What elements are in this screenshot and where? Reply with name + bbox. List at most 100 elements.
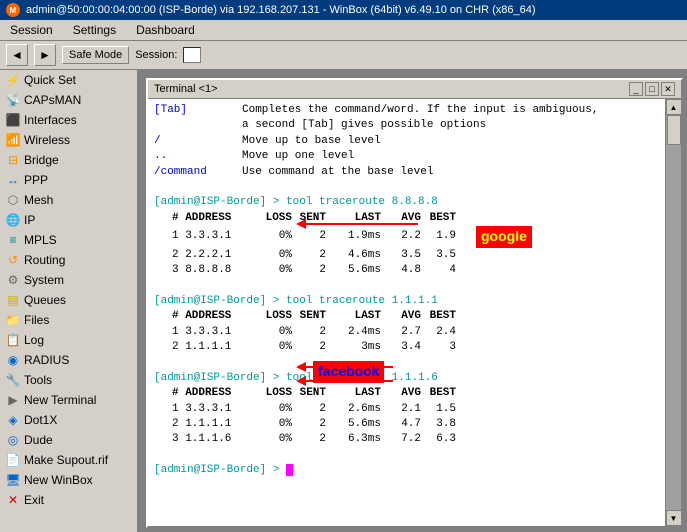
facebook-label: facebook: [313, 361, 384, 383]
trace-prompt: [admin@ISP-Borde] > tool traceroute 1.1.…: [154, 294, 659, 309]
interfaces-icon: ⬛: [6, 113, 20, 127]
forward-button[interactable]: ►: [34, 44, 56, 66]
files-icon: 📁: [6, 313, 20, 327]
table-row: 1 3.3.3.10%22.6ms2.11.5: [154, 402, 659, 417]
dude-icon: ◎: [6, 433, 20, 447]
sidebar-item-ip[interactable]: 🌐 IP: [0, 210, 137, 230]
trace-prompt: [admin@ISP-Borde] > tool traceroute 1.1.…: [154, 371, 659, 386]
sidebar-label-queues: Queues: [24, 293, 66, 307]
table-row: 2 1.1.1.10%25.6ms4.73.8: [154, 417, 659, 432]
sidebar-item-make-supout[interactable]: 📄Make Supout.rif: [0, 450, 137, 470]
menu-bar: Session Settings Dashboard: [0, 20, 687, 41]
help-line: [Tab]Completes the command/word. If the …: [154, 103, 659, 118]
safe-mode-button[interactable]: Safe Mode: [62, 46, 129, 64]
scroll-thumb[interactable]: [667, 115, 681, 145]
sidebar-item-mesh[interactable]: ⬡Mesh: [0, 190, 137, 210]
terminal-controls: _ □ ✕: [629, 82, 675, 96]
radius-icon: ◉: [6, 353, 20, 367]
new-winbox-icon: 🖥: [6, 473, 20, 487]
table-row: 3 1.1.1.60%26.3ms7.26.3: [154, 432, 659, 447]
menu-session[interactable]: Session: [4, 22, 59, 38]
google-label: google: [476, 226, 532, 248]
queues-icon: ▤: [6, 293, 20, 307]
trace-header: # ADDRESSLOSSSENTLASTAVGBEST: [154, 309, 659, 324]
tools-icon: 🔧: [6, 373, 20, 387]
system-icon: ⚙: [6, 273, 20, 287]
table-row: 3 8.8.8.80%25.6ms4.84: [154, 263, 659, 278]
sidebar-item-bridge[interactable]: ⊟ Bridge: [0, 150, 137, 170]
terminal-with-scroll: [Tab]Completes the command/word. If the …: [148, 99, 681, 526]
terminal-scrollbar[interactable]: ▲ ▼: [665, 99, 681, 526]
sidebar-item-dude[interactable]: ◎ Dude: [0, 430, 137, 450]
sidebar-label-mpls: MPLS: [24, 233, 57, 247]
sidebar-item-new-terminal[interactable]: ▶ New Terminal: [0, 390, 137, 410]
table-row: 2 1.1.1.10%23ms3.43: [154, 340, 659, 355]
sidebar-label-routing: Routing: [24, 253, 65, 267]
sidebar-label-new-terminal: New Terminal: [24, 393, 96, 407]
scroll-track: [666, 115, 681, 510]
sidebar-item-radius[interactable]: ◉ RADIUS: [0, 350, 137, 370]
make-supout-icon: 📄: [6, 453, 20, 467]
final-prompt[interactable]: [admin@ISP-Borde] > █: [154, 463, 659, 478]
toolbar: ◄ ► Safe Mode Session:: [0, 41, 687, 70]
menu-dashboard[interactable]: Dashboard: [130, 22, 201, 38]
sidebar-item-interfaces[interactable]: ⬛Interfaces: [0, 110, 137, 130]
content-area: Terminal <1> _ □ ✕ [Tab]Completes the co…: [138, 70, 687, 532]
sidebar-item-mpls[interactable]: ≡ MPLS: [0, 230, 137, 250]
menu-settings[interactable]: Settings: [67, 22, 122, 38]
sidebar-item-exit[interactable]: ✕Exit: [0, 490, 137, 510]
sidebar-item-files[interactable]: 📁Files: [0, 310, 137, 330]
sidebar-item-new-winbox[interactable]: 🖥 New WinBox: [0, 470, 137, 490]
ppp-icon: ↔: [6, 173, 20, 187]
trace-header: # ADDRESSLOSSSENTLASTAVGBEST: [154, 211, 659, 226]
help-line: ..Move up one level: [154, 149, 659, 164]
sidebar-label-dude: Dude: [24, 433, 53, 447]
sidebar-label-new-winbox: New WinBox: [24, 473, 93, 487]
exit-icon: ✕: [6, 493, 20, 507]
scroll-up[interactable]: ▲: [666, 99, 682, 115]
terminal-maximize[interactable]: □: [645, 82, 659, 96]
routing-icon: ↺: [6, 253, 20, 267]
mpls-icon: ≡: [6, 233, 20, 247]
sidebar-item-routing[interactable]: ↺ Routing: [0, 250, 137, 270]
sidebar-item-ppp[interactable]: ↔PPP: [0, 170, 137, 190]
help-line: a second [Tab] gives possible options: [154, 118, 659, 133]
help-line: /commandUse command at the base level: [154, 165, 659, 180]
sidebar-label-radius: RADIUS: [24, 353, 69, 367]
new-terminal-icon: ▶: [6, 393, 20, 407]
dot1x-icon: ◈: [6, 413, 20, 427]
wireless-icon: 📶: [6, 133, 20, 147]
sidebar-label-tools: Tools: [24, 373, 52, 387]
app-icon: M: [6, 3, 20, 17]
sidebar: ⚡ Quick Set 📡CAPsMAN⬛Interfaces📶Wireless ⊟ B…: [0, 70, 138, 532]
sidebar-item-queues[interactable]: ▤ Queues: [0, 290, 137, 310]
terminal-close[interactable]: ✕: [661, 82, 675, 96]
sidebar-item-wireless[interactable]: 📶Wireless: [0, 130, 137, 150]
bridge-icon: ⊟: [6, 153, 20, 167]
ip-icon: 🌐: [6, 213, 20, 227]
quick-set-icon: ⚡: [6, 73, 20, 87]
scroll-down[interactable]: ▼: [666, 510, 682, 526]
sidebar-label-quick-set: Quick Set: [24, 73, 76, 87]
title-text: admin@50:00:00:04:00:00 (ISP-Borde) via …: [26, 4, 536, 16]
back-button[interactable]: ◄: [6, 44, 28, 66]
table-row: 1 3.3.3.10%22.4ms2.72.4: [154, 325, 659, 340]
sidebar-item-quick-set[interactable]: ⚡ Quick Set: [0, 70, 137, 90]
sidebar-item-capsman[interactable]: 📡CAPsMAN: [0, 90, 137, 110]
sidebar-item-dot1x[interactable]: ◈Dot1X: [0, 410, 137, 430]
trace-prompt: [admin@ISP-Borde] > tool traceroute 8.8.…: [154, 195, 659, 210]
sidebar-label-mesh: Mesh: [24, 193, 53, 207]
sidebar-label-bridge: Bridge: [24, 153, 59, 167]
sidebar-label-ip: IP: [24, 213, 35, 227]
sidebar-item-system[interactable]: ⚙System: [0, 270, 137, 290]
terminal-body[interactable]: [Tab]Completes the command/word. If the …: [148, 99, 665, 526]
help-line: /Move up to base level: [154, 134, 659, 149]
terminal-title: Terminal <1>: [154, 83, 218, 95]
trace-header: # ADDRESSLOSSSENTLASTAVGBEST: [154, 386, 659, 401]
session-input[interactable]: [183, 47, 201, 63]
table-row: 1 3.3.3.10%21.9ms2.21.9google: [154, 226, 659, 248]
sidebar-item-log[interactable]: 📋Log: [0, 330, 137, 350]
terminal-minimize[interactable]: _: [629, 82, 643, 96]
sidebar-item-tools[interactable]: 🔧 Tools: [0, 370, 137, 390]
log-icon: 📋: [6, 333, 20, 347]
